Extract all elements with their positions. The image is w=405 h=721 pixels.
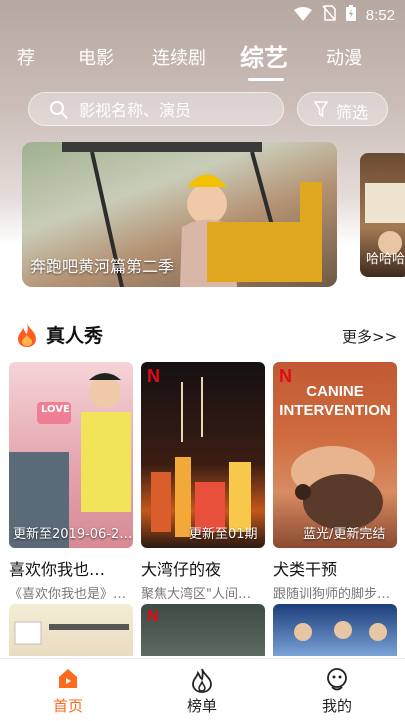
show-card[interactable]: N 更新至01期 大湾仔的夜 聚焦大湾区"人间…	[141, 362, 265, 602]
netflix-badge: N	[147, 366, 160, 386]
banner-slide-next[interactable]: 哈哈哈	[360, 153, 405, 277]
flame-outline-icon	[190, 667, 214, 697]
nav-label: 首页	[52, 697, 83, 715]
flame-icon	[16, 322, 38, 352]
poster-artwork	[151, 377, 251, 537]
active-tab-indicator	[248, 78, 284, 81]
tab-series[interactable]: 连续剧	[152, 44, 206, 70]
show-card[interactable]: LOVE 更新至2019-06-2… 喜欢你我也… 《喜欢你我也是》…	[9, 362, 133, 602]
nav-label: 榜单	[186, 697, 217, 715]
show-card-partial[interactable]	[9, 604, 133, 656]
poster: N CANINE INTERVENTION 蓝光/更新完结	[273, 362, 397, 548]
profile-icon	[325, 667, 349, 697]
poster-artwork	[14, 621, 129, 645]
search-row: 筛选	[0, 92, 405, 126]
filter-icon	[313, 101, 329, 122]
tab-movies[interactable]: 电影	[78, 44, 114, 70]
poster: N 更新至01期	[141, 362, 265, 548]
no-sim-icon	[322, 5, 336, 25]
section-title: 真人秀	[46, 325, 104, 347]
wifi-icon	[293, 6, 312, 25]
status-time: 8:52	[365, 6, 395, 24]
filter-label: 筛选	[336, 103, 369, 122]
show-title: 大湾仔的夜	[141, 560, 222, 579]
show-subtitle: 聚焦大湾区"人间…	[141, 587, 251, 602]
search-box[interactable]	[28, 92, 284, 126]
show-card-partial[interactable]	[273, 604, 397, 656]
search-input[interactable]	[77, 99, 271, 121]
status-bar: 8:52	[0, 0, 405, 30]
episode-label: 更新至2019-06-2…	[13, 527, 133, 542]
tab-anime[interactable]: 动漫	[326, 44, 362, 70]
episode-label: 更新至01期	[189, 527, 258, 542]
tab-variety[interactable]: 综艺	[240, 38, 288, 73]
poster-badge: LOVE	[41, 404, 70, 415]
nav-label: 我的	[321, 697, 352, 715]
show-subtitle: 跟随训狗师的脚步…	[273, 587, 391, 602]
banner-slide-main[interactable]: 奔跑吧黄河篇第二季	[22, 142, 337, 287]
banner-caption: 奔跑吧黄河篇第二季	[30, 257, 175, 276]
poster-artwork	[294, 621, 387, 641]
netflix-badge: N	[147, 608, 159, 625]
show-card-partial[interactable]: N	[141, 604, 265, 656]
battery-icon	[345, 5, 356, 25]
filter-button[interactable]: 筛选	[297, 92, 388, 126]
nav-rankings[interactable]: 榜单	[152, 659, 252, 721]
show-subtitle: 《喜欢你我也是》…	[9, 587, 127, 602]
banner-caption: 哈哈哈	[366, 252, 405, 267]
show-title: 犬类干预	[273, 560, 338, 579]
section-header: 真人秀 更多>>	[0, 320, 405, 350]
nav-home[interactable]: 首页	[18, 659, 118, 721]
category-tabs: 荐 电影 连续剧 综艺 动漫	[0, 38, 405, 80]
poster-artwork	[9, 373, 131, 548]
bottom-navigation: 首页 榜单 我的	[0, 658, 405, 721]
episode-label: 蓝光/更新完结	[303, 527, 386, 542]
poster: LOVE 更新至2019-06-2…	[9, 362, 133, 548]
tab-recommend[interactable]: 荐	[17, 44, 35, 70]
show-card[interactable]: N CANINE INTERVENTION 蓝光/更新完结 犬类干预 跟随训狗师…	[273, 362, 397, 602]
poster-title-text: CANINE INTERVENTION	[279, 383, 391, 419]
nav-profile[interactable]: 我的	[287, 659, 387, 721]
show-title: 喜欢你我也…	[9, 560, 106, 579]
home-icon	[56, 667, 80, 695]
more-link[interactable]: 更多>>	[342, 326, 397, 347]
status-icons: 8:52	[293, 5, 395, 25]
search-icon	[49, 100, 69, 124]
